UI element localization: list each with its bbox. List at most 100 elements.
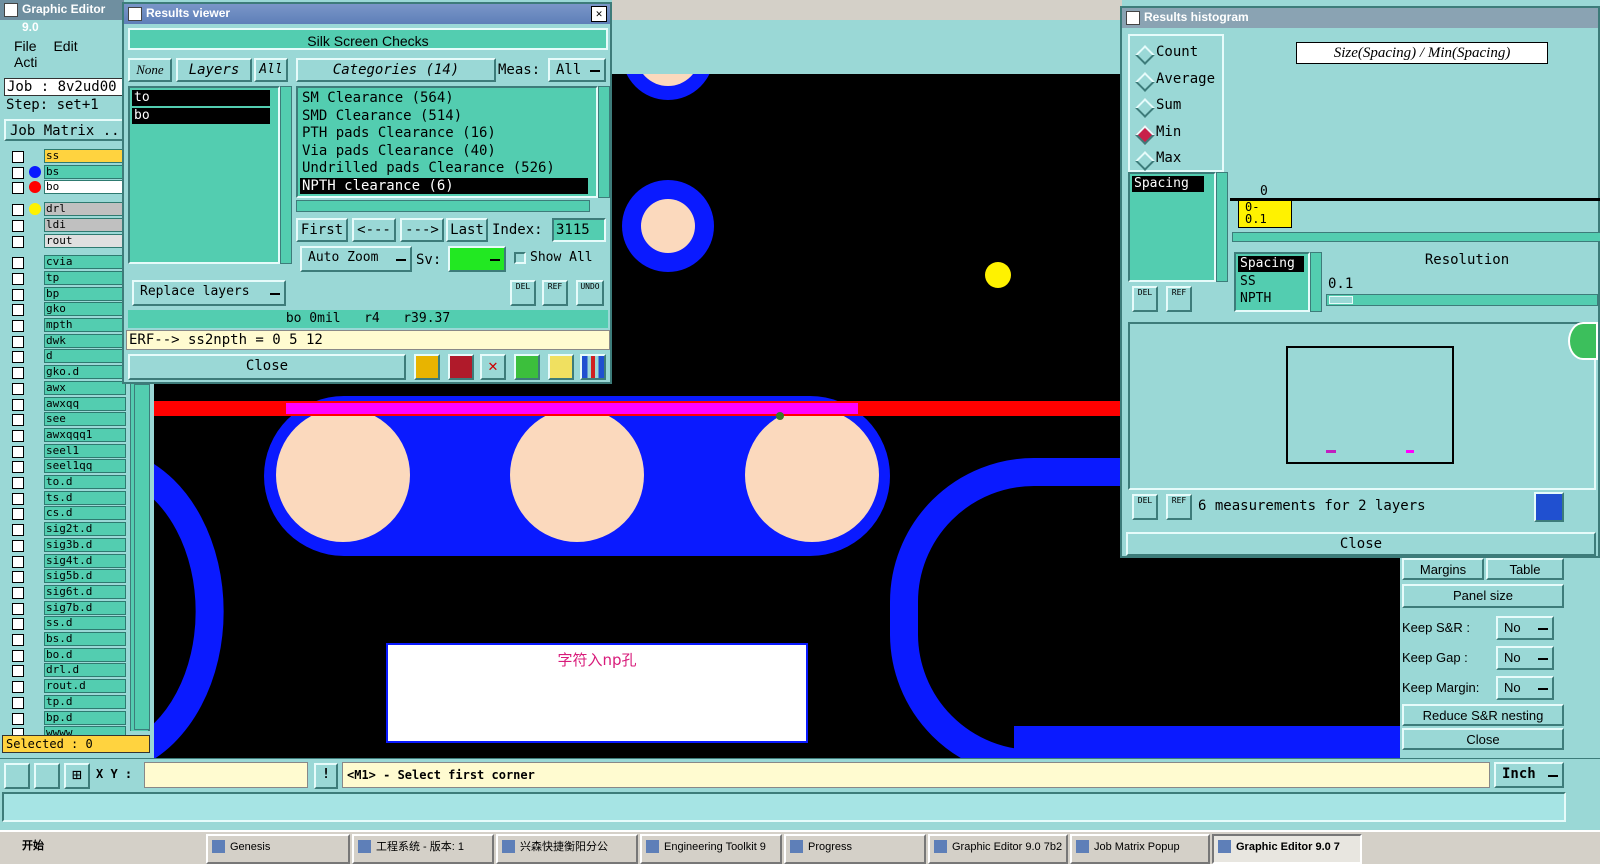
layer-name[interactable]: dwk <box>44 333 126 348</box>
menu-edit[interactable]: Edit <box>53 38 77 54</box>
step-icon[interactable] <box>514 354 540 380</box>
layer-row[interactable]: mpth <box>12 318 126 332</box>
layer-checkbox[interactable] <box>12 555 24 568</box>
category-item[interactable]: SM Clearance (564) <box>300 90 588 106</box>
rv-layer-item[interactable]: bo <box>132 108 270 124</box>
layer-name[interactable]: sig3b.d <box>44 537 126 552</box>
margins-button[interactable]: Margins <box>1402 558 1484 580</box>
layer-name[interactable]: rout <box>44 233 126 248</box>
layer-checkbox[interactable] <box>12 288 24 301</box>
field-item[interactable]: NPTH <box>1238 291 1304 307</box>
undo-icon-button[interactable]: UNDO <box>576 280 604 306</box>
sv-color-dropdown[interactable] <box>448 246 506 272</box>
layer-name[interactable]: sig7b.d <box>44 600 126 615</box>
category-item[interactable]: PTH pads Clearance (16) <box>300 125 588 141</box>
categories-button[interactable]: Categories (14) <box>296 58 496 82</box>
layer-name[interactable]: cvia <box>44 255 126 270</box>
layer-checkbox[interactable] <box>12 539 24 552</box>
keep-margin-dropdown[interactable]: No <box>1496 676 1554 700</box>
layer-row[interactable]: ss.d <box>12 616 126 631</box>
layer-name[interactable]: seel1 <box>44 443 126 458</box>
layer-checkbox[interactable] <box>12 681 24 694</box>
layer-name[interactable]: bo.d <box>44 647 126 662</box>
layer-row[interactable]: sig5b.d <box>12 569 126 584</box>
histogram-hscroll[interactable] <box>1232 232 1600 242</box>
layer-checkbox[interactable] <box>12 696 24 709</box>
reduce-nesting-button[interactable]: Reduce S&R nesting <box>1402 704 1564 726</box>
layer-checkbox[interactable] <box>12 304 24 317</box>
layer-name[interactable]: ldi <box>44 217 126 232</box>
layer-checkbox[interactable] <box>12 634 24 646</box>
menu-actions[interactable]: Acti <box>14 54 37 70</box>
taskbar-item[interactable]: Graphic Editor 9.0 7b2 <box>928 834 1068 864</box>
category-item[interactable]: SMD Clearance (514) <box>300 108 588 124</box>
layer-row[interactable]: cvia <box>12 255 126 270</box>
resolution-slider-thumb[interactable] <box>1329 296 1353 304</box>
layer-name[interactable]: rout.d <box>44 679 126 694</box>
taskbar-item[interactable]: 工程系统 - 版本: 1 <box>352 834 494 864</box>
category-list[interactable]: SM Clearance (564) SMD Clearance (514) PTH… <box>296 86 598 198</box>
ref-icon-button[interactable]: REF <box>542 280 568 306</box>
layer-row[interactable]: awxqq <box>12 396 126 411</box>
layer-name[interactable]: gko.d <box>44 365 126 380</box>
layer-checkbox[interactable] <box>12 235 24 248</box>
layer-row[interactable]: cs.d <box>12 506 126 521</box>
taskbar-item[interactable]: Progress <box>784 834 926 864</box>
delete-results-icon[interactable]: ✕ <box>480 354 506 380</box>
layer-name[interactable]: bs.d <box>44 632 126 646</box>
layer-checkbox[interactable] <box>12 665 24 678</box>
layer-row[interactable]: gko <box>12 302 126 317</box>
layer-name[interactable]: ts.d <box>44 490 126 505</box>
replace-layers-dropdown[interactable]: Replace layers <box>132 280 286 306</box>
layer-name[interactable]: drl.d <box>44 663 126 678</box>
field-list-right-scroll[interactable] <box>1310 252 1322 312</box>
layer-row[interactable]: rout.d <box>12 679 126 694</box>
layer-name[interactable]: tp.d <box>44 694 126 709</box>
layer-name[interactable]: to.d <box>44 475 126 489</box>
table-button[interactable]: Table <box>1486 558 1564 580</box>
command-line[interactable] <box>2 792 1566 822</box>
layer-checkbox[interactable] <box>12 398 24 411</box>
snap-icon[interactable] <box>4 763 30 789</box>
results-viewer-close-x[interactable]: ✕ <box>591 6 607 22</box>
layer-name[interactable]: awxqqq1 <box>44 427 126 442</box>
layers-button[interactable]: Layers <box>176 58 252 82</box>
layer-row[interactable]: drl.d <box>12 663 126 678</box>
histogram-close-button[interactable]: Close <box>1126 532 1596 556</box>
menu-file[interactable]: File <box>14 38 37 54</box>
resolution-slider[interactable] <box>1326 294 1598 306</box>
field-list-left[interactable]: Spacing <box>1128 172 1216 282</box>
radio-min[interactable] <box>1135 124 1155 145</box>
layer-row[interactable]: bp.d <box>12 710 126 725</box>
layer-checkbox[interactable] <box>12 477 24 489</box>
auto-zoom-dropdown[interactable]: Auto Zoom <box>300 246 412 272</box>
layer-row[interactable]: ldi <box>12 217 126 232</box>
layer-name[interactable]: awxqq <box>44 396 126 411</box>
layer-row[interactable]: tp <box>12 270 126 285</box>
layer-name[interactable]: d <box>44 349 126 364</box>
layer-row[interactable]: d <box>12 349 126 364</box>
layer-checkbox[interactable] <box>12 367 24 380</box>
layer-name[interactable]: bp.d <box>44 710 126 725</box>
layer-name[interactable]: sig4t.d <box>44 553 126 568</box>
xy-input[interactable] <box>144 762 308 788</box>
field-list-left-scroll[interactable] <box>1216 172 1228 282</box>
layer-row[interactable]: bs <box>12 164 126 179</box>
layer-name[interactable]: cs.d <box>44 506 126 521</box>
layer-name[interactable]: bp <box>44 286 126 301</box>
layer-row[interactable]: sig4t.d <box>12 553 126 568</box>
layer-name[interactable]: see <box>44 412 126 427</box>
category-list-vscroll[interactable] <box>598 86 610 198</box>
layer-checkbox[interactable] <box>12 712 24 725</box>
all-layers-button[interactable]: All <box>254 58 288 82</box>
notes-icon[interactable] <box>548 354 574 380</box>
last-button[interactable]: Last <box>446 218 488 242</box>
layer-checkbox[interactable] <box>12 204 24 217</box>
layer-name[interactable]: sig5b.d <box>44 569 126 584</box>
layer-name[interactable]: ss <box>44 149 126 163</box>
start-button[interactable]: 开始 <box>2 836 58 864</box>
taskbar-item[interactable]: Graphic Editor 9.0 7 <box>1212 834 1362 864</box>
layer-name[interactable]: bs <box>44 164 126 179</box>
layer-name[interactable]: gko <box>44 302 126 317</box>
layer-checkbox[interactable] <box>12 382 24 395</box>
